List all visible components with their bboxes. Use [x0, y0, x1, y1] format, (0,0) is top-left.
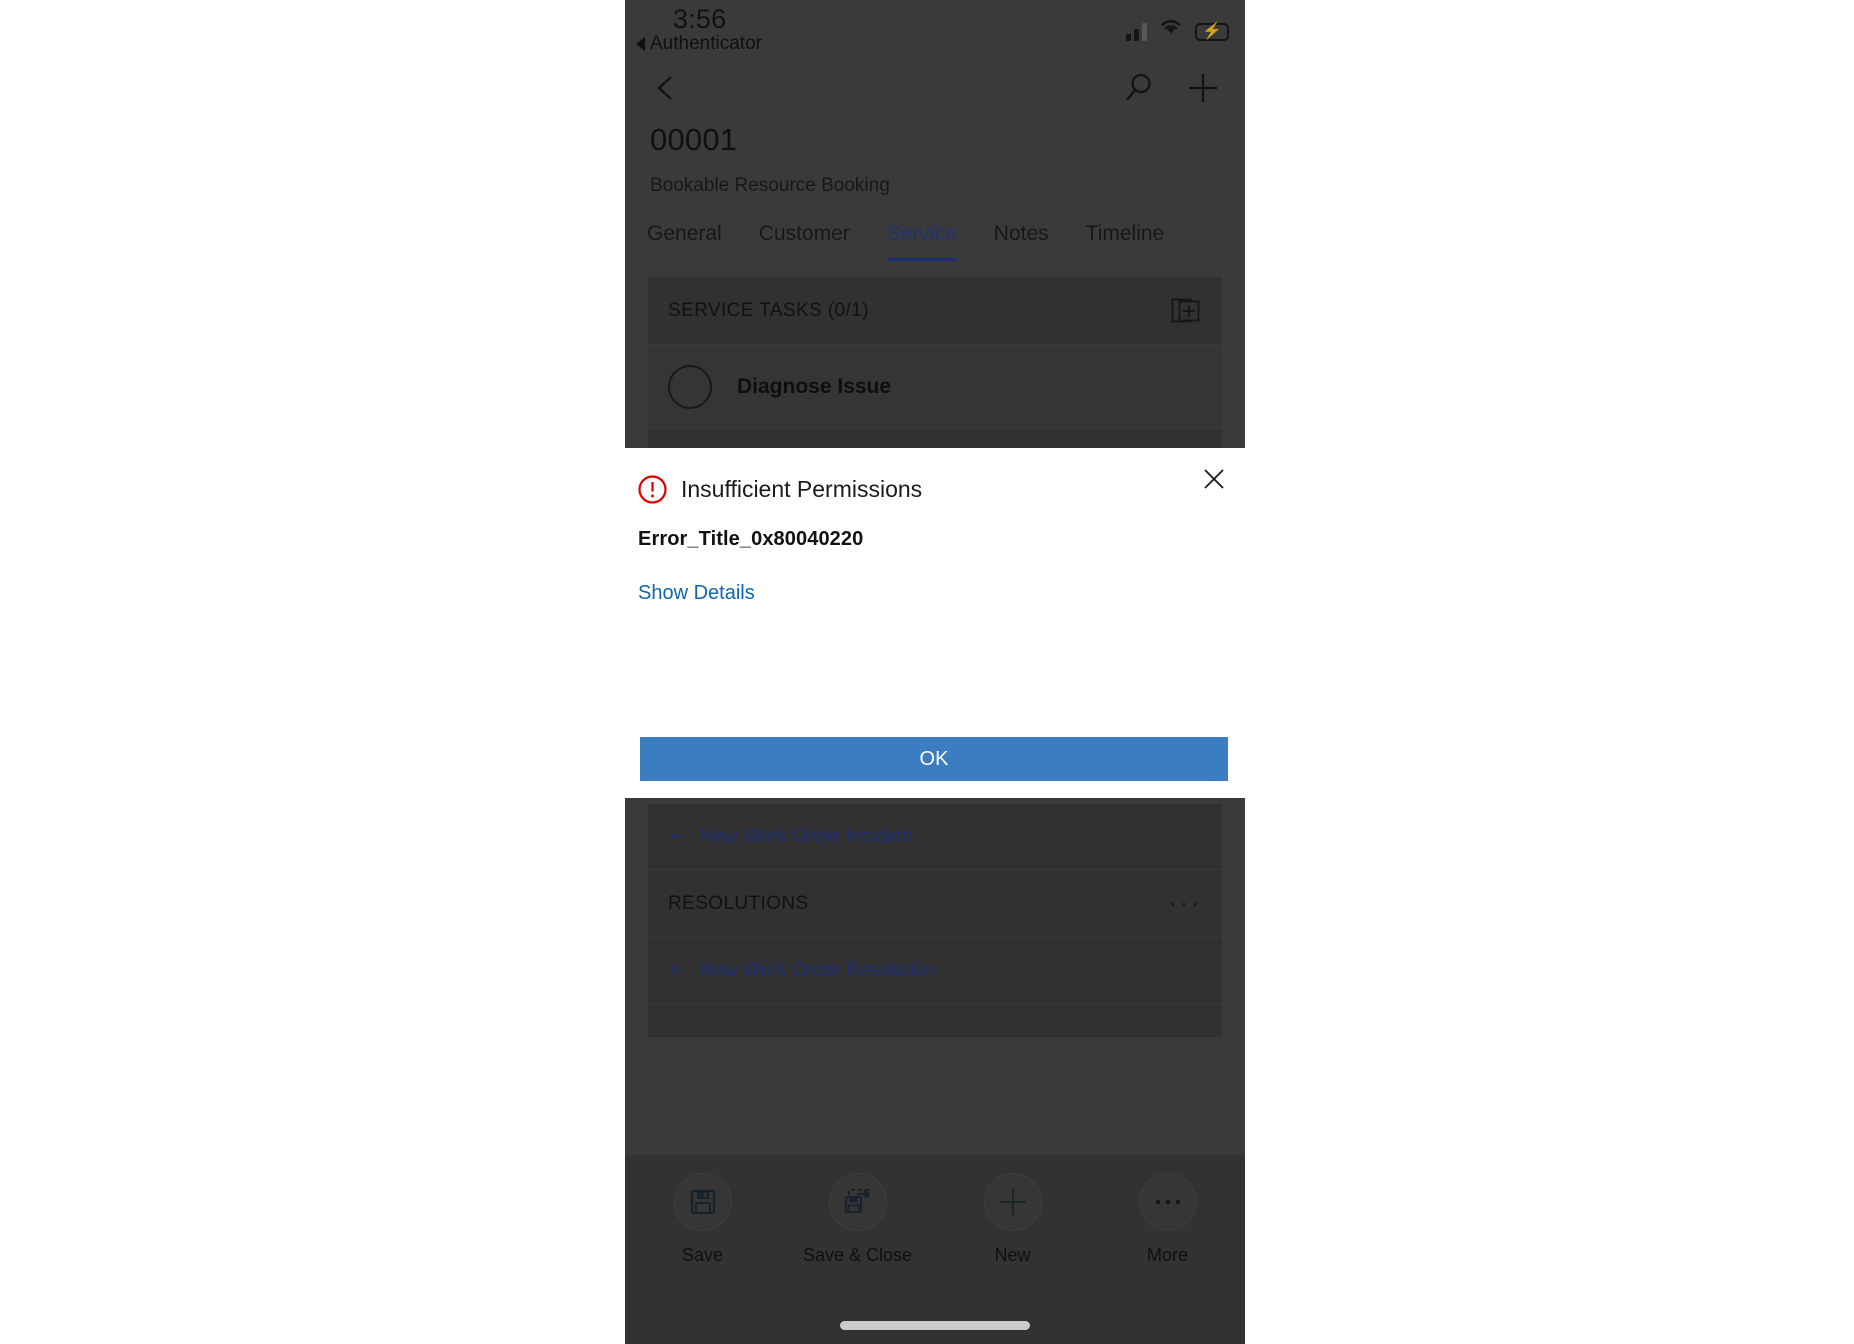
command-bar: Save Save & Close New More: [625, 1154, 1245, 1344]
record-header: 00001 Bookable Resource Booking: [625, 116, 1245, 199]
status-bar: 3:56 Authenticator ⚡: [625, 0, 1245, 62]
new-label: New: [994, 1245, 1031, 1265]
dialog-body: Error_Title_0x80040220 Show Details: [625, 510, 1245, 605]
service-tasks-header: SERVICE TASKS (0/1): [648, 277, 1222, 345]
form-tab-list: General Customer Service Notes Timeline: [625, 216, 1245, 276]
save-and-close-icon: [828, 1173, 887, 1231]
add-record-button[interactable]: [1183, 68, 1223, 108]
lower-sections: + New Work Order Incident RESOLUTIONS ··…: [625, 798, 1245, 1039]
plus-icon: +: [668, 822, 683, 850]
resolutions-header: RESOLUTIONS ···: [648, 870, 1222, 938]
more-button[interactable]: More: [1090, 1173, 1245, 1266]
new-work-order-resolution-label: New Work Order Resolution: [699, 959, 936, 981]
service-task-row[interactable]: Diagnose Issue: [648, 345, 1222, 429]
home-indicator: [840, 1321, 1030, 1330]
save-and-close-button[interactable]: Save & Close: [780, 1173, 935, 1266]
return-app-label: Authenticator: [650, 33, 762, 54]
save-label: Save: [681, 1245, 724, 1265]
new-work-order-incident-row[interactable]: + New Work Order Incident: [648, 804, 1222, 870]
new-button[interactable]: New: [935, 1173, 1090, 1266]
save-and-close-label: Save & Close: [802, 1245, 913, 1265]
new-work-order-resolution-row[interactable]: + New Work Order Resolution: [648, 938, 1222, 1004]
save-button[interactable]: Save: [625, 1173, 780, 1266]
back-button[interactable]: [647, 68, 687, 108]
battery-charging-icon: ⚡: [1195, 23, 1232, 41]
insufficient-permissions-dialog: Insufficient Permissions Error_Title_0x8…: [625, 448, 1245, 798]
tab-notes[interactable]: Notes: [994, 216, 1049, 261]
partial-row: [648, 1004, 1222, 1038]
triangle-left-icon: [636, 37, 645, 51]
service-task-label: Diagnose Issue: [737, 374, 892, 398]
status-bar-time: 3:56: [673, 4, 727, 34]
incidents-card: + New Work Order Incident RESOLUTIONS ··…: [647, 803, 1223, 1039]
status-bar-indicators: ⚡: [1126, 15, 1232, 41]
tab-general[interactable]: General: [647, 216, 722, 261]
tab-service[interactable]: Service: [886, 216, 957, 261]
dialog-title: Insufficient Permissions: [681, 475, 923, 502]
plus-icon: [983, 1173, 1042, 1231]
resolutions-title: RESOLUTIONS: [668, 892, 809, 914]
tab-timeline[interactable]: Timeline: [1086, 216, 1165, 261]
new-work-order-incident-label: New Work Order Incident: [699, 825, 913, 847]
show-details-link[interactable]: Show Details: [638, 582, 755, 605]
phone-screen: 3:56 Authenticator ⚡ 00001 Bookable Reso…: [625, 0, 1245, 1344]
more-horizontal-icon[interactable]: ···: [1169, 891, 1202, 916]
more-label: More: [1146, 1245, 1188, 1265]
task-checkbox-circle[interactable]: [668, 364, 712, 409]
save-floppy-icon: [673, 1173, 732, 1231]
wifi-icon: [1158, 16, 1184, 41]
more-horizontal-icon: [1138, 1173, 1197, 1231]
tab-customer[interactable]: Customer: [759, 216, 850, 261]
ok-button[interactable]: OK: [640, 737, 1228, 781]
cellular-signal-icon: [1126, 22, 1147, 41]
page-title: 00001: [650, 122, 738, 157]
service-tasks-title: SERVICE TASKS (0/1): [668, 299, 869, 321]
error-code-text: Error_Title_0x80040220: [638, 528, 864, 550]
app-content-top: 3:56 Authenticator ⚡ 00001 Bookable Reso…: [625, 0, 1245, 498]
entity-type-label: Bookable Resource Booking: [650, 175, 890, 196]
search-button[interactable]: [1119, 68, 1159, 108]
close-icon[interactable]: [1197, 462, 1231, 496]
app-content-bottom: + New Work Order Incident RESOLUTIONS ··…: [625, 798, 1245, 1344]
error-circle-icon: [638, 474, 667, 504]
app-nav-bar: [625, 62, 1245, 116]
add-record-icon[interactable]: [1170, 295, 1202, 327]
plus-icon: +: [668, 956, 683, 984]
return-to-authenticator[interactable]: Authenticator: [636, 33, 762, 55]
dialog-header: Insufficient Permissions: [625, 448, 1245, 510]
